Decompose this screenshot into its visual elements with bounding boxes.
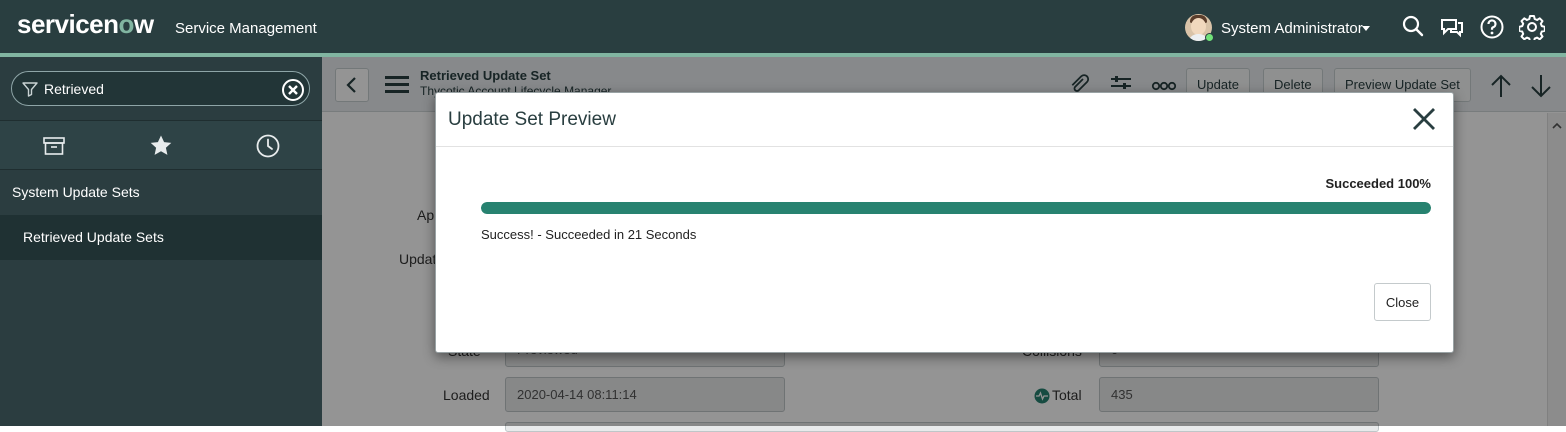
progress-bar	[481, 202, 1431, 214]
history-clock-icon[interactable]	[255, 133, 281, 159]
all-applications-archive-icon[interactable]	[41, 133, 67, 159]
close-button[interactable]: Close	[1374, 283, 1431, 321]
user-menu-name[interactable]: System Administrator	[1221, 20, 1363, 37]
progress-bar-fill	[481, 202, 1431, 214]
dialog-title: Update Set Preview	[448, 109, 616, 130]
clear-filter-icon[interactable]	[281, 78, 305, 102]
navigator-tabs	[0, 120, 322, 170]
nav-application-system-update-sets[interactable]: System Update Sets	[0, 170, 322, 215]
navigator-filter[interactable]: Retrieved	[11, 71, 310, 106]
product-name: Service Management	[175, 20, 317, 37]
settings-gear-icon[interactable]	[1519, 14, 1545, 40]
nav-application-label: System Update Sets	[12, 184, 140, 200]
user-menu-caret-icon[interactable]	[1362, 26, 1370, 31]
close-icon[interactable]	[1411, 106, 1437, 132]
connect-chat-icon[interactable]	[1439, 14, 1465, 40]
nav-module-retrieved-update-sets[interactable]: Retrieved Update Sets	[0, 215, 322, 260]
presence-indicator	[1205, 33, 1214, 42]
search-icon[interactable]	[1400, 14, 1426, 40]
favorites-star-icon[interactable]	[148, 133, 174, 159]
dialog-divider	[436, 146, 1453, 147]
application-navigator: Retrieved System Update Sets Retrieved U…	[0, 57, 322, 426]
progress-message: Success! - Succeeded in 21 Seconds	[481, 227, 697, 242]
nav-module-label: Retrieved Update Sets	[23, 229, 164, 245]
top-banner: servicenow Service Management System Adm…	[0, 0, 1566, 53]
progress-status-text: Succeeded 100%	[1325, 176, 1431, 191]
update-set-preview-dialog: Update Set Preview Succeeded 100% Succes…	[435, 92, 1454, 353]
navigator-filter-input[interactable]: Retrieved	[44, 81, 104, 97]
filter-funnel-icon	[22, 82, 38, 97]
servicenow-logo[interactable]: servicenow	[17, 9, 154, 40]
help-icon[interactable]	[1479, 14, 1505, 40]
